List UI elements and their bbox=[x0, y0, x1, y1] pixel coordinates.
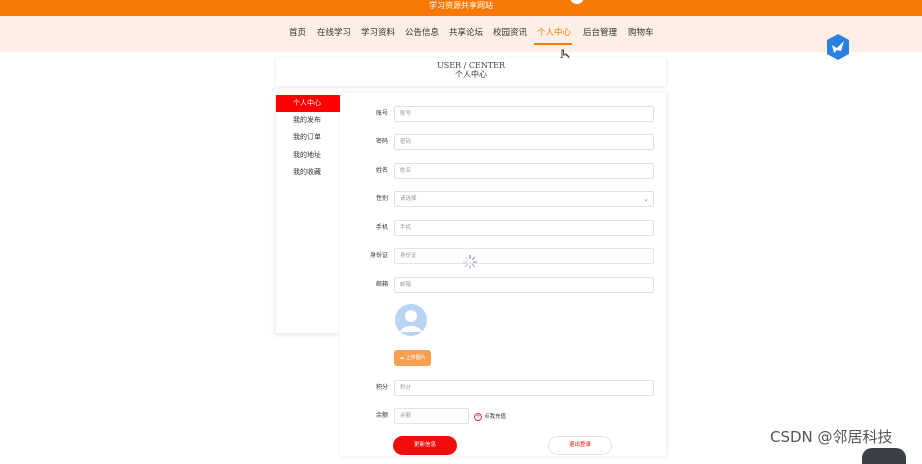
nav-item-admin[interactable]: 后台管理 bbox=[583, 28, 617, 39]
sidebar-item-my-posts[interactable]: 我的发布 bbox=[276, 112, 340, 129]
nav-active-underline bbox=[534, 43, 572, 45]
page-header-cn: 个人中心 bbox=[455, 70, 487, 79]
phone-label: 手机 bbox=[375, 224, 388, 231]
sidebar-item-my-favorites[interactable]: 我的收藏 bbox=[276, 164, 340, 181]
user-info-form: 账号 账号 密码 密码 姓名 姓名 性别 请选择 ⌄ 手机 手机 身份证 身份证… bbox=[340, 93, 666, 456]
page-header: USER / CENTER 个人中心 bbox=[276, 58, 666, 86]
upload-icon: ☁ bbox=[399, 355, 405, 361]
watermark-text: CSDN @邻居科技 bbox=[770, 428, 893, 446]
nav-item-announcements[interactable]: 公告信息 bbox=[405, 28, 439, 39]
top-bar: 学习资源共享网站 bbox=[0, 0, 922, 16]
logout-button[interactable]: 退出登录 bbox=[548, 436, 612, 455]
id-card-label: 身份证 bbox=[369, 252, 388, 259]
name-label: 姓名 bbox=[375, 167, 388, 174]
gender-select[interactable]: 请选择 ⌄ bbox=[394, 191, 654, 207]
plus-icon: + bbox=[474, 412, 482, 421]
page-header-en: USER / CENTER bbox=[436, 61, 506, 70]
recharge-link[interactable]: + 点我充值 bbox=[474, 411, 506, 423]
email-label: 邮箱 bbox=[375, 281, 388, 288]
account-label: 账号 bbox=[375, 110, 388, 117]
gender-label: 性别 bbox=[375, 195, 388, 202]
points-label: 积分 bbox=[375, 384, 388, 391]
loading-spinner-icon bbox=[462, 254, 478, 270]
site-logo-icon[interactable] bbox=[825, 33, 851, 61]
balance-label: 余额 bbox=[375, 412, 388, 419]
nav-item-forum[interactable]: 共享论坛 bbox=[449, 28, 483, 39]
recharge-label: 点我充值 bbox=[484, 414, 507, 420]
chevron-down-icon: ⌄ bbox=[643, 195, 649, 203]
nav-item-home[interactable]: 首页 bbox=[289, 28, 306, 39]
password-input[interactable]: 密码 bbox=[394, 134, 654, 150]
upload-image-button[interactable]: ☁ 上传图片 bbox=[394, 350, 431, 366]
id-card-input[interactable]: 身份证 bbox=[394, 248, 654, 264]
account-input[interactable]: 账号 bbox=[394, 106, 654, 122]
nav-item-campus-news[interactable]: 校园资讯 bbox=[493, 28, 527, 39]
points-input[interactable]: 积分 bbox=[394, 380, 654, 396]
balance-input[interactable]: 余额 bbox=[394, 408, 469, 424]
site-title: 学习资源共享网站 bbox=[429, 1, 493, 10]
email-input[interactable]: 邮箱 bbox=[394, 277, 654, 293]
sidebar-item-my-address[interactable]: 我的地址 bbox=[276, 147, 340, 164]
nav-item-cart[interactable]: 购物车 bbox=[628, 28, 654, 39]
avatar-image bbox=[394, 303, 428, 337]
password-label: 密码 bbox=[375, 138, 388, 145]
corner-overlay bbox=[862, 448, 906, 464]
upload-image-label: 上传图片 bbox=[405, 355, 426, 361]
main-nav: 首页 在线学习 学习资料 公告信息 共享论坛 校园资讯 个人中心 后台管理 购物… bbox=[0, 16, 922, 63]
update-info-button[interactable]: 更新信息 bbox=[393, 436, 457, 455]
sidebar: 个人中心 我的发布 我的订单 我的地址 我的收藏 bbox=[276, 93, 340, 333]
nav-item-learning-materials[interactable]: 学习资料 bbox=[361, 28, 395, 39]
sidebar-item-user-center[interactable]: 个人中心 bbox=[276, 95, 340, 112]
gender-select-value: 请选择 bbox=[400, 196, 417, 202]
nav-item-user-center[interactable]: 个人中心 bbox=[537, 28, 571, 39]
name-input[interactable]: 姓名 bbox=[394, 163, 654, 179]
nav-item-online-learning[interactable]: 在线学习 bbox=[317, 28, 351, 39]
sidebar-item-my-orders[interactable]: 我的订单 bbox=[276, 129, 340, 146]
phone-input[interactable]: 手机 bbox=[394, 220, 654, 236]
